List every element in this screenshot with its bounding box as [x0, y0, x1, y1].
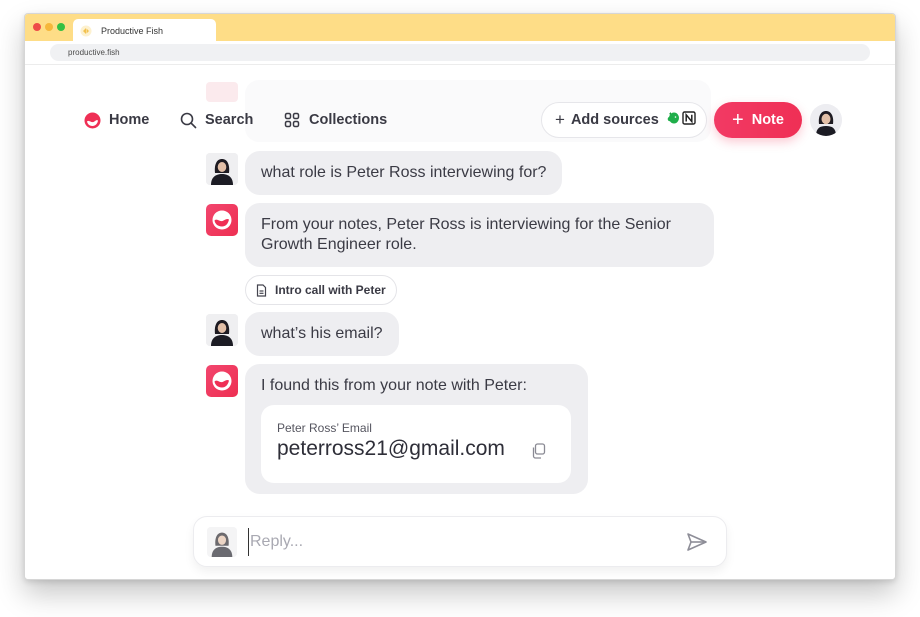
fish-logo-icon: [79, 24, 93, 38]
assistant-logo-icon: [206, 204, 238, 236]
assistant-message-text: I found this from your note with Peter:: [261, 377, 527, 394]
notion-icon: [682, 111, 696, 129]
email-card-value[interactable]: peterross21@gmail.com: [277, 438, 505, 459]
browser-window: Productive Fish productive.fish Home Sea…: [24, 13, 896, 580]
user-message: what’s his email?: [245, 312, 399, 356]
assistant-message: From your notes, Peter Ross is interview…: [245, 203, 714, 267]
document-icon: [256, 283, 267, 297]
source-chip[interactable]: Intro call with Peter: [245, 275, 397, 305]
user-avatar: [207, 527, 237, 557]
address-bar[interactable]: productive.fish: [50, 44, 870, 61]
browser-titlebar: Productive Fish: [25, 14, 895, 42]
user-message: what role is Peter Ross interviewing for…: [245, 151, 563, 195]
assistant-logo-icon: [206, 365, 238, 397]
copy-icon[interactable]: [529, 442, 547, 460]
home-logo-icon: [83, 111, 101, 129]
nav-collections[interactable]: Collections: [283, 109, 387, 131]
user-avatar: [206, 314, 238, 346]
address-bar-row: productive.fish: [25, 41, 895, 65]
nav-search[interactable]: Search: [179, 109, 253, 131]
new-note-label: Note: [751, 112, 784, 128]
profile-avatar[interactable]: [810, 104, 842, 136]
reply-box: [193, 516, 727, 567]
assistant-message: I found this from your note with Peter: …: [245, 364, 588, 494]
grid-icon: [283, 111, 301, 129]
plus-icon: +: [555, 110, 565, 129]
nav-collections-label: Collections: [309, 112, 388, 128]
source-chip-label: Intro call with Peter: [275, 283, 386, 297]
tab-title: Productive Fish: [101, 25, 164, 36]
user-avatar: [206, 153, 238, 185]
search-icon: [179, 111, 197, 129]
nav-search-label: Search: [205, 112, 254, 128]
browser-tab[interactable]: Productive Fish: [73, 19, 216, 42]
nav-home[interactable]: Home: [83, 109, 149, 131]
email-card: Peter Ross’ Email peterross21@gmail.com: [261, 405, 571, 483]
app-header: Home Search Collections + Add sources + …: [25, 86, 895, 154]
send-icon[interactable]: [685, 531, 709, 553]
close-window-button[interactable]: [33, 23, 41, 31]
maximize-window-button[interactable]: [57, 23, 65, 31]
app-page: Home Search Collections + Add sources + …: [25, 66, 895, 579]
plus-icon: +: [732, 109, 744, 131]
reply-input[interactable]: [248, 528, 668, 556]
add-sources-button[interactable]: + Add sources: [541, 102, 707, 138]
evernote-icon: [666, 111, 680, 129]
email-card-label: Peter Ross’ Email: [277, 421, 372, 435]
new-note-button[interactable]: + Note: [714, 102, 802, 138]
url-text: productive.fish: [68, 48, 120, 57]
nav-home-label: Home: [109, 112, 150, 128]
minimize-window-button[interactable]: [45, 23, 53, 31]
add-sources-label: Add sources: [570, 112, 659, 128]
